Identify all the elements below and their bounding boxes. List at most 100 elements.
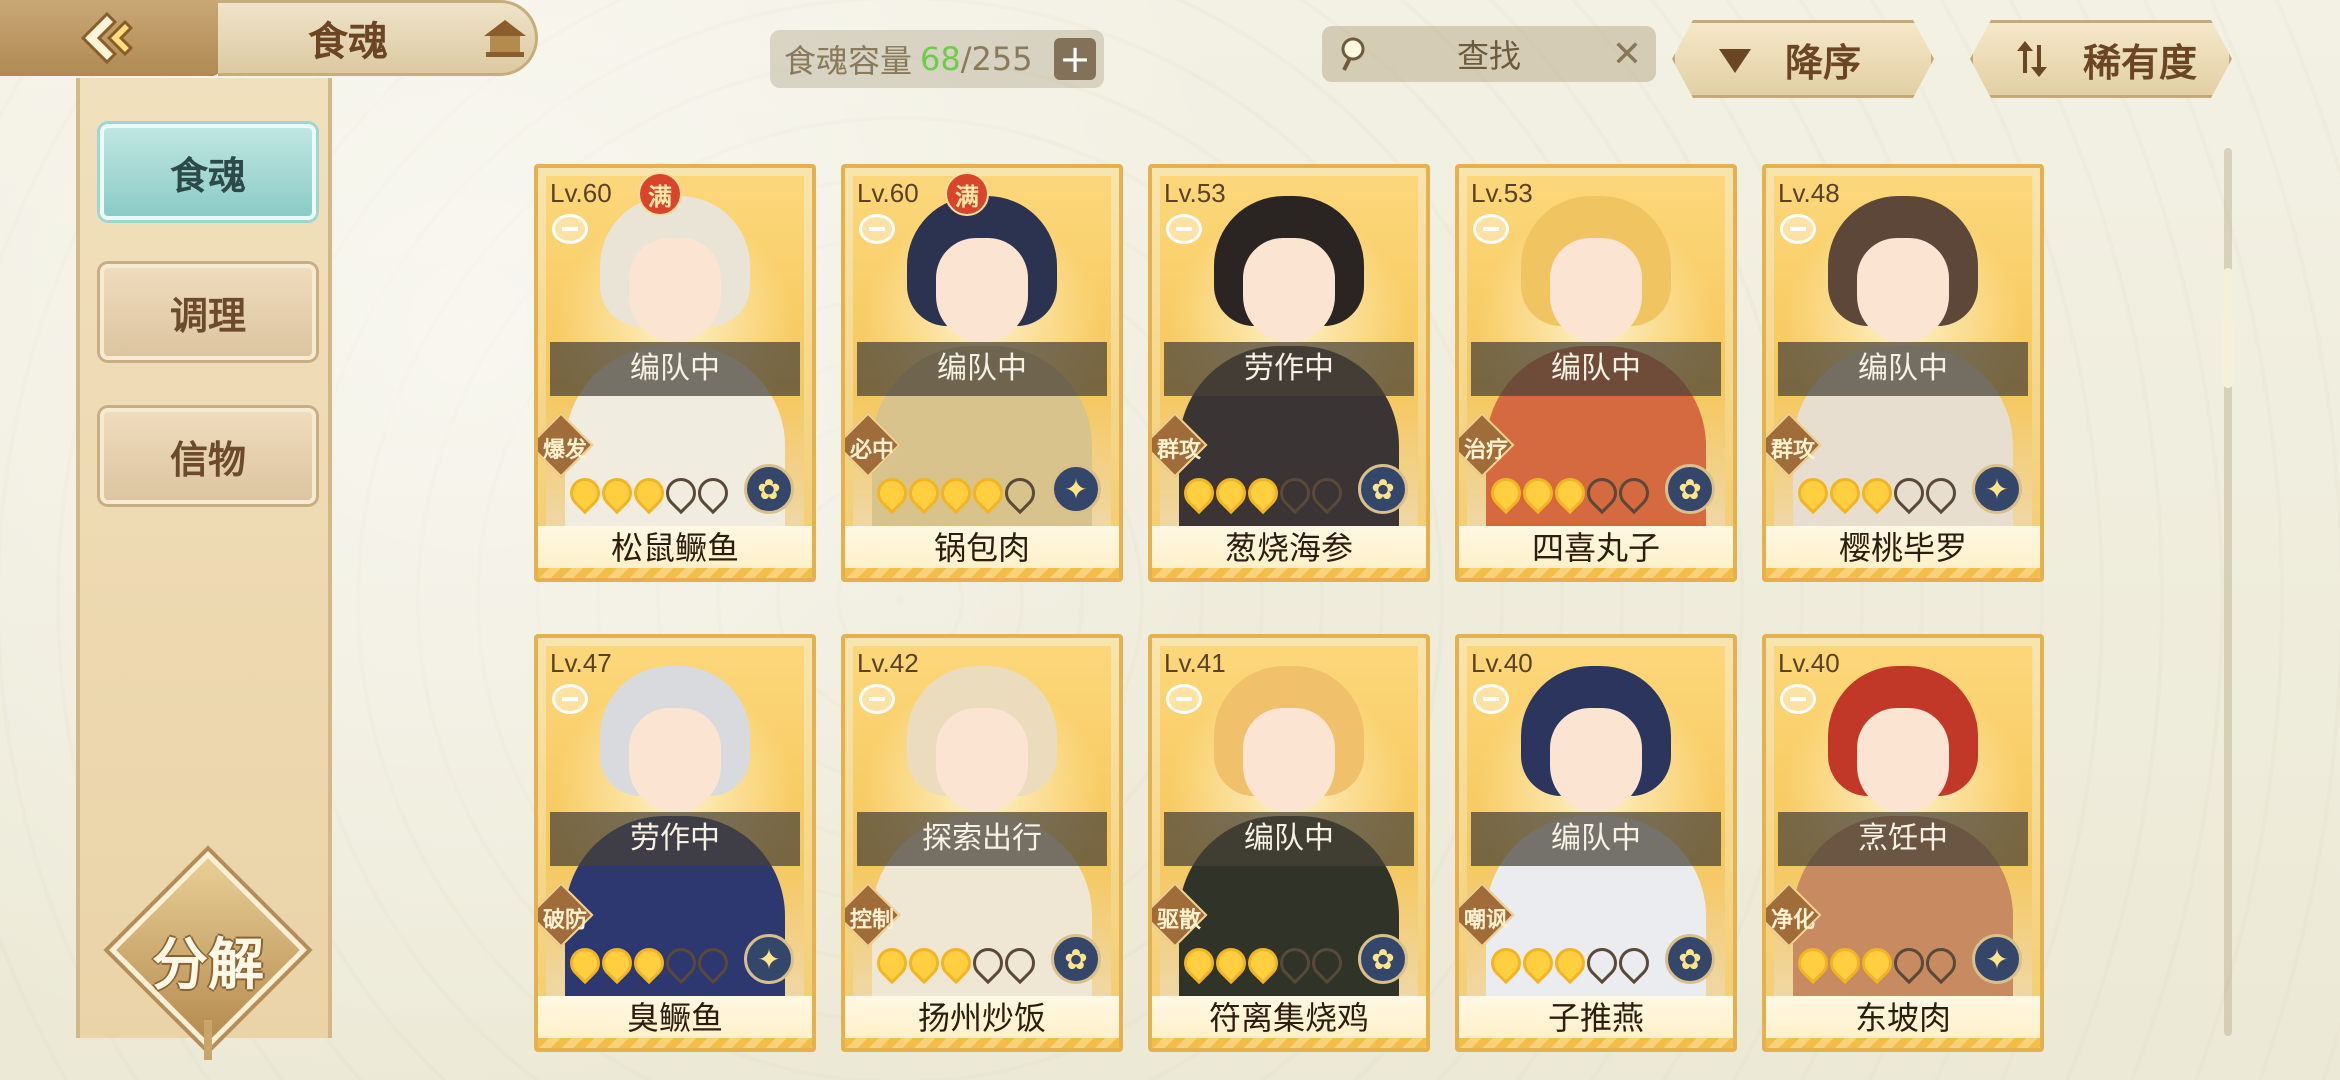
lock-icon[interactable] (552, 214, 588, 244)
lock-icon[interactable] (859, 214, 895, 244)
status-label: 编队中 (1471, 342, 1721, 396)
star-icon (1273, 941, 1317, 985)
star-rating (1484, 941, 1656, 985)
lock-icon[interactable] (1780, 684, 1816, 714)
star-icon (563, 941, 607, 985)
sidebar-tab-prepare[interactable]: 调理 (100, 264, 316, 360)
food-soul-card[interactable]: 劳作中 ✿ Lv.53 群攻 葱烧海参 (1148, 164, 1430, 582)
food-soul-card[interactable]: 编队中 ✿ Lv.60 满爆发 松鼠鳜鱼 (534, 164, 816, 582)
lock-icon[interactable] (552, 684, 588, 714)
lock-icon[interactable] (1473, 684, 1509, 714)
lock-icon[interactable] (859, 684, 895, 714)
star-rating (563, 941, 735, 985)
food-soul-card[interactable]: 探索出行 ✿ Lv.42 控制 扬州炒饭 (841, 634, 1123, 1052)
star-icon (1484, 941, 1528, 985)
sort-order-button[interactable]: 降序 (1672, 20, 1934, 98)
level-label: Lv.40 (1778, 648, 1840, 678)
back-button[interactable] (0, 0, 220, 76)
capacity-add-button[interactable]: + (1054, 38, 1096, 80)
star-icon (691, 471, 735, 515)
search-input[interactable]: 查找 ✕ (1322, 26, 1656, 82)
status-label: 烹饪中 (1778, 812, 2028, 866)
star-icon (1823, 471, 1867, 515)
status-label: 编队中 (550, 342, 800, 396)
element-icon: ✿ (1358, 464, 1408, 514)
star-rating (1791, 941, 1963, 985)
character-face (936, 708, 1028, 812)
role-badge: 破防 (538, 882, 594, 948)
star-icon (1887, 941, 1931, 985)
search-placeholder: 查找 (1456, 37, 1521, 75)
scrollbar[interactable] (2223, 148, 2233, 1036)
role-badge: 控制 (845, 882, 901, 948)
food-soul-card[interactable]: 劳作中 ✦ Lv.47 破防 臭鳜鱼 (534, 634, 816, 1052)
star-icon (1791, 471, 1835, 515)
star-icon (1855, 941, 1899, 985)
star-icon (902, 471, 946, 515)
character-face (936, 238, 1028, 342)
home-icon[interactable] (480, 16, 530, 60)
role-badge: 驱散 (1152, 882, 1208, 948)
card-footer (1459, 1038, 1733, 1048)
max-level-badge: 满 (945, 172, 989, 216)
star-rating (563, 471, 735, 515)
sidebar-tab-food-souls[interactable]: 食魂 (100, 124, 316, 220)
capacity-label: 食魂容量 (784, 42, 913, 80)
decompose-button[interactable]: 分解 (108, 851, 308, 1060)
star-icon (1177, 471, 1221, 515)
scrollbar-thumb[interactable] (2223, 268, 2233, 388)
card-footer (1152, 568, 1426, 578)
decompose-label: 分解 (152, 932, 264, 998)
food-soul-card[interactable]: 编队中 ✿ Lv.40 嘲讽 子推燕 (1455, 634, 1737, 1052)
star-icon (1209, 471, 1253, 515)
lock-icon[interactable] (1166, 684, 1202, 714)
lock-icon[interactable] (1780, 214, 1816, 244)
level-label: Lv.60 (550, 178, 612, 208)
element-icon: ✿ (1051, 934, 1101, 984)
status-label: 劳作中 (1164, 342, 1414, 396)
food-soul-card[interactable]: 烹饪中 ✦ Lv.40 净化 东坡肉 (1762, 634, 2044, 1052)
food-soul-card[interactable]: 编队中 ✿ Lv.53 治疗 四喜丸子 (1455, 164, 1737, 582)
tassel-icon (204, 1020, 212, 1060)
star-icon (1305, 471, 1349, 515)
star-rating (1484, 471, 1656, 515)
food-soul-card[interactable]: 编队中 ✿ Lv.41 驱散 符离集烧鸡 (1148, 634, 1430, 1052)
card-name: 扬州炒饭 (845, 996, 1119, 1040)
card-footer (1766, 568, 2040, 578)
sort-key-button[interactable]: 稀有度 (1970, 20, 2232, 98)
card-name: 葱烧海参 (1152, 526, 1426, 570)
card-footer (845, 568, 1119, 578)
food-soul-card[interactable]: 编队中 ✦ Lv.48 群攻 樱桃毕罗 (1762, 164, 2044, 582)
card-name: 锅包肉 (845, 526, 1119, 570)
star-icon (1887, 471, 1931, 515)
role-badge: 净化 (1766, 882, 1822, 948)
element-icon: ✦ (1051, 464, 1101, 514)
star-icon (870, 941, 914, 985)
star-icon (563, 471, 607, 515)
star-icon (1241, 941, 1285, 985)
role-label: 必中 (849, 438, 894, 463)
element-icon: ✦ (1972, 934, 2022, 984)
star-icon (1516, 471, 1560, 515)
card-footer (845, 1038, 1119, 1048)
star-rating (870, 941, 1042, 985)
lock-icon[interactable] (1473, 214, 1509, 244)
card-footer (1766, 1038, 2040, 1048)
capacity-current: 68 (920, 40, 961, 78)
star-icon (691, 941, 735, 985)
food-soul-card[interactable]: 编队中 ✦ Lv.60 满必中 锅包肉 (841, 164, 1123, 582)
star-rating (870, 471, 1042, 515)
character-face (629, 238, 721, 342)
swap-arrows-icon (2017, 41, 2047, 77)
card-footer (1152, 1038, 1426, 1048)
star-icon (870, 471, 914, 515)
role-badge: 群攻 (1152, 412, 1208, 478)
star-icon (1919, 471, 1963, 515)
role-label: 治疗 (1463, 438, 1508, 463)
lock-icon[interactable] (1166, 214, 1202, 244)
sidebar-tab-tokens[interactable]: 信物 (100, 408, 316, 504)
back-arrow-icon (80, 11, 134, 65)
element-icon: ✿ (1665, 934, 1715, 984)
star-rating (1177, 471, 1349, 515)
clear-icon[interactable]: ✕ (1612, 34, 1642, 75)
